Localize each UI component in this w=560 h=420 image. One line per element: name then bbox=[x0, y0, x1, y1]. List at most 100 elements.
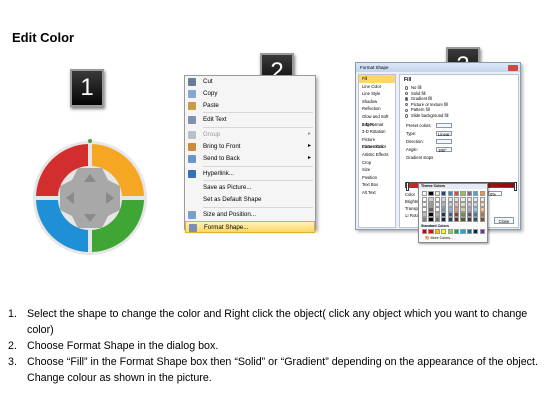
color-swatch[interactable] bbox=[454, 229, 460, 234]
color-swatch[interactable] bbox=[479, 207, 485, 212]
color-swatch[interactable] bbox=[479, 191, 485, 196]
color-swatch[interactable] bbox=[466, 202, 472, 207]
menu-item[interactable]: Send to Back ▸ bbox=[185, 153, 315, 165]
category-item[interactable]: Artistic Effects bbox=[359, 151, 395, 159]
menu-item[interactable]: Set as Default Shape bbox=[185, 194, 315, 206]
color-swatch[interactable] bbox=[460, 229, 466, 234]
color-swatch[interactable] bbox=[466, 191, 472, 196]
color-swatch[interactable] bbox=[454, 217, 460, 222]
color-palette-dropdown[interactable]: Theme Colors Standard Colors 🎨 More Colo… bbox=[418, 183, 488, 243]
color-swatch[interactable] bbox=[447, 191, 453, 196]
color-swatch[interactable] bbox=[434, 229, 440, 234]
color-swatch[interactable] bbox=[434, 197, 440, 202]
color-swatch[interactable] bbox=[454, 197, 460, 202]
color-swatch[interactable] bbox=[422, 217, 428, 222]
field-input[interactable]: Linear bbox=[436, 131, 452, 137]
menu-item[interactable]: Copy bbox=[185, 88, 315, 100]
category-list[interactable]: Fill Line Color Line Style Shadow Reflection… bbox=[358, 74, 396, 228]
color-swatch[interactable] bbox=[466, 229, 472, 234]
menu-item[interactable]: Format Shape... bbox=[185, 220, 315, 233]
color-swatch[interactable] bbox=[466, 207, 472, 212]
color-swatch[interactable] bbox=[428, 229, 434, 234]
color-swatch[interactable] bbox=[428, 191, 434, 196]
more-colors-link[interactable]: 🎨 More Colors... bbox=[425, 236, 453, 240]
category-item[interactable]: Text Box bbox=[359, 181, 395, 189]
color-swatch[interactable] bbox=[454, 191, 460, 196]
color-swatch[interactable] bbox=[460, 202, 466, 207]
color-swatch[interactable] bbox=[479, 212, 485, 217]
color-swatch[interactable] bbox=[422, 202, 428, 207]
color-swatch[interactable] bbox=[434, 207, 440, 212]
menu-item[interactable]: Cut bbox=[185, 76, 315, 88]
color-swatch[interactable] bbox=[434, 191, 440, 196]
category-item[interactable]: Line Style bbox=[359, 90, 395, 98]
color-swatch[interactable] bbox=[473, 212, 479, 217]
field-input[interactable]: 180° bbox=[436, 147, 452, 153]
color-swatch[interactable] bbox=[441, 197, 447, 202]
color-swatch[interactable] bbox=[460, 207, 466, 212]
color-swatch[interactable] bbox=[479, 217, 485, 222]
close-button[interactable]: Close bbox=[494, 217, 514, 224]
category-item[interactable]: Picture Corrections bbox=[359, 136, 395, 150]
category-item[interactable]: Reflection bbox=[359, 105, 395, 113]
color-swatch[interactable] bbox=[428, 207, 434, 212]
color-swatch[interactable] bbox=[454, 212, 460, 217]
color-swatch[interactable] bbox=[428, 197, 434, 202]
color-swatch[interactable] bbox=[441, 207, 447, 212]
color-swatch[interactable] bbox=[434, 217, 440, 222]
color-swatch[interactable] bbox=[454, 207, 460, 212]
color-swatch[interactable] bbox=[473, 202, 479, 207]
color-swatch[interactable] bbox=[434, 212, 440, 217]
color-swatch[interactable] bbox=[422, 191, 428, 196]
category-item[interactable]: Size bbox=[359, 166, 395, 174]
cycle-diagram[interactable] bbox=[30, 138, 150, 258]
category-item[interactable]: Picture Color bbox=[359, 143, 395, 151]
gradient-stop-handle[interactable] bbox=[514, 181, 517, 191]
color-swatch[interactable] bbox=[422, 197, 428, 202]
gradient-stop-handle[interactable] bbox=[406, 181, 409, 191]
color-swatch[interactable] bbox=[441, 217, 447, 222]
menu-item[interactable]: Group ▸ bbox=[185, 129, 315, 141]
color-swatch[interactable] bbox=[466, 217, 472, 222]
field-input[interactable] bbox=[436, 123, 452, 129]
close-icon[interactable] bbox=[508, 64, 518, 71]
category-item[interactable]: Alt Text bbox=[359, 189, 395, 197]
color-swatch[interactable] bbox=[466, 197, 472, 202]
theme-color-grid[interactable] bbox=[422, 191, 486, 223]
dialog-title-bar[interactable]: Format Shape bbox=[356, 63, 520, 72]
color-swatch[interactable] bbox=[473, 191, 479, 196]
color-swatch[interactable] bbox=[447, 207, 453, 212]
color-swatch[interactable] bbox=[473, 229, 479, 234]
color-swatch[interactable] bbox=[460, 197, 466, 202]
color-swatch[interactable] bbox=[422, 229, 428, 234]
color-swatch[interactable] bbox=[479, 202, 485, 207]
menu-item[interactable]: Edit Text bbox=[185, 114, 315, 126]
menu-item[interactable]: Save as Picture... bbox=[185, 182, 315, 194]
color-swatch[interactable] bbox=[447, 217, 453, 222]
category-item[interactable]: Glow and Soft Edges bbox=[359, 113, 395, 127]
color-swatch[interactable] bbox=[447, 202, 453, 207]
category-item[interactable]: 3-D Rotation bbox=[359, 128, 395, 136]
color-swatch[interactable] bbox=[422, 207, 428, 212]
color-swatch[interactable] bbox=[454, 202, 460, 207]
position-input[interactable]: 0% bbox=[488, 191, 502, 197]
context-menu[interactable]: Cut Copy Paste Edit Text Group ▸ Bring to Fron… bbox=[184, 75, 316, 233]
color-swatch[interactable] bbox=[441, 212, 447, 217]
category-item[interactable]: Crop bbox=[359, 159, 395, 167]
menu-item[interactable]: Hyperlink... bbox=[185, 168, 315, 180]
category-item[interactable]: Shadow bbox=[359, 98, 395, 106]
category-item[interactable]: Line Color bbox=[359, 83, 395, 91]
color-swatch[interactable] bbox=[441, 191, 447, 196]
color-swatch[interactable] bbox=[422, 212, 428, 217]
color-swatch[interactable] bbox=[447, 197, 453, 202]
color-swatch[interactable] bbox=[434, 202, 440, 207]
category-item[interactable]: Fill bbox=[359, 75, 395, 83]
field-input[interactable] bbox=[436, 139, 452, 145]
menu-item[interactable]: Bring to Front ▸ bbox=[185, 141, 315, 153]
color-swatch[interactable] bbox=[447, 212, 453, 217]
color-swatch[interactable] bbox=[473, 217, 479, 222]
color-swatch[interactable] bbox=[466, 212, 472, 217]
color-swatch[interactable] bbox=[460, 217, 466, 222]
menu-item[interactable]: Paste bbox=[185, 100, 315, 112]
standard-color-row[interactable] bbox=[422, 229, 486, 234]
